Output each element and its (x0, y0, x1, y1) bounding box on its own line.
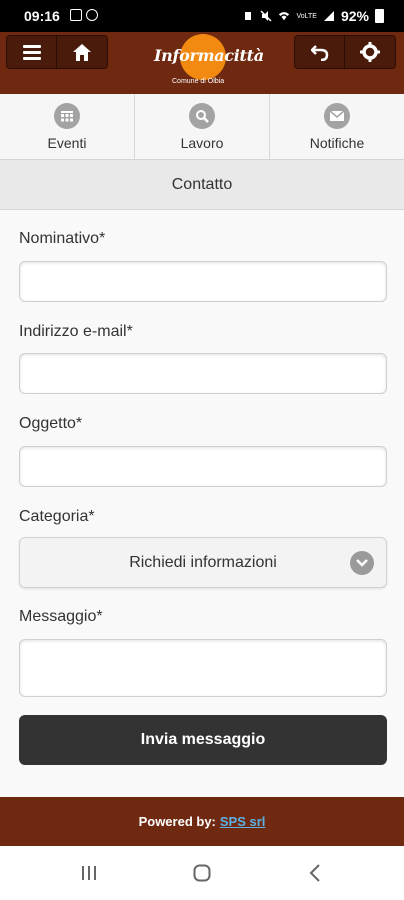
mute-icon (260, 10, 272, 22)
powered-by-text: Powered by: (138, 814, 216, 829)
system-back-button[interactable] (300, 861, 330, 885)
name-label: Nominativo* (19, 230, 106, 247)
battery-icon (375, 9, 384, 23)
gear-icon (360, 42, 380, 62)
recent-apps-icon (82, 866, 96, 880)
wifi-icon (279, 12, 290, 21)
email-input[interactable] (19, 353, 387, 394)
contact-form: Nominativo* Indirizzo e-mail* Oggetto* C… (0, 210, 404, 797)
recent-apps-button[interactable] (74, 861, 104, 885)
header-right-buttons (294, 35, 396, 69)
category-label: Categoria* (19, 508, 95, 525)
header-left-buttons (6, 35, 108, 69)
tab-eventi-label: Eventi (47, 134, 87, 151)
logo-subtitle: Comune di Olbia (172, 78, 225, 85)
alarm-icon (245, 12, 252, 20)
tab-notifiche-label: Notifiche (309, 134, 365, 151)
sps-link[interactable]: SPS srl (220, 814, 266, 829)
app-header: Informacittà Comune di Olbia (0, 32, 404, 94)
search-icon (189, 102, 215, 129)
name-input[interactable] (19, 261, 387, 302)
mail-icon (324, 102, 350, 129)
notification-icons (70, 9, 98, 21)
home-button[interactable] (57, 36, 107, 68)
back-chevron-icon (309, 864, 320, 882)
tab-eventi[interactable]: Eventi (0, 94, 135, 159)
message-textarea[interactable] (19, 639, 387, 697)
signal-icon (323, 11, 334, 21)
status-bar: 09:16 VoLTE 92% (0, 0, 404, 32)
home-icon (73, 43, 91, 61)
volte-label: VoLTE (296, 12, 317, 20)
calendar-icon (54, 102, 80, 129)
status-time: 09:16 (24, 8, 60, 24)
whatsapp-icon (86, 9, 98, 21)
email-label: Indirizzo e-mail* (19, 323, 133, 340)
home-circle-icon (193, 864, 211, 882)
menu-button[interactable] (7, 36, 57, 68)
status-right: VoLTE 92% (242, 8, 384, 24)
system-nav-bar (0, 846, 404, 900)
hamburger-icon (22, 45, 41, 60)
tab-notifiche[interactable]: Notifiche (270, 94, 404, 159)
category-select[interactable]: Richiedi informazioni (19, 537, 387, 588)
tab-bar: Eventi Lavoro Notifiche (0, 94, 404, 160)
undo-icon (310, 45, 328, 61)
footer: Powered by: SPS srl (0, 797, 404, 846)
back-button[interactable] (295, 36, 345, 68)
subject-label: Oggetto* (19, 415, 83, 432)
image-notification-icon (70, 9, 82, 21)
send-message-button[interactable]: Invia messaggio (19, 715, 387, 765)
system-home-button[interactable] (187, 861, 217, 885)
subject-input[interactable] (19, 446, 387, 487)
tab-lavoro-label: Lavoro (180, 134, 224, 151)
category-selected-value: Richiedi informazioni (129, 553, 277, 571)
chevron-down-icon (350, 551, 374, 575)
app-logo: Informacittà Comune di Olbia (150, 32, 264, 92)
tab-lavoro[interactable]: Lavoro (135, 94, 270, 159)
message-label: Messaggio* (19, 608, 103, 625)
settings-button[interactable] (345, 36, 395, 68)
page-title: Contatto (0, 160, 404, 210)
logo-name: Informacittà (154, 46, 264, 65)
battery-percent: 92% (340, 8, 369, 24)
